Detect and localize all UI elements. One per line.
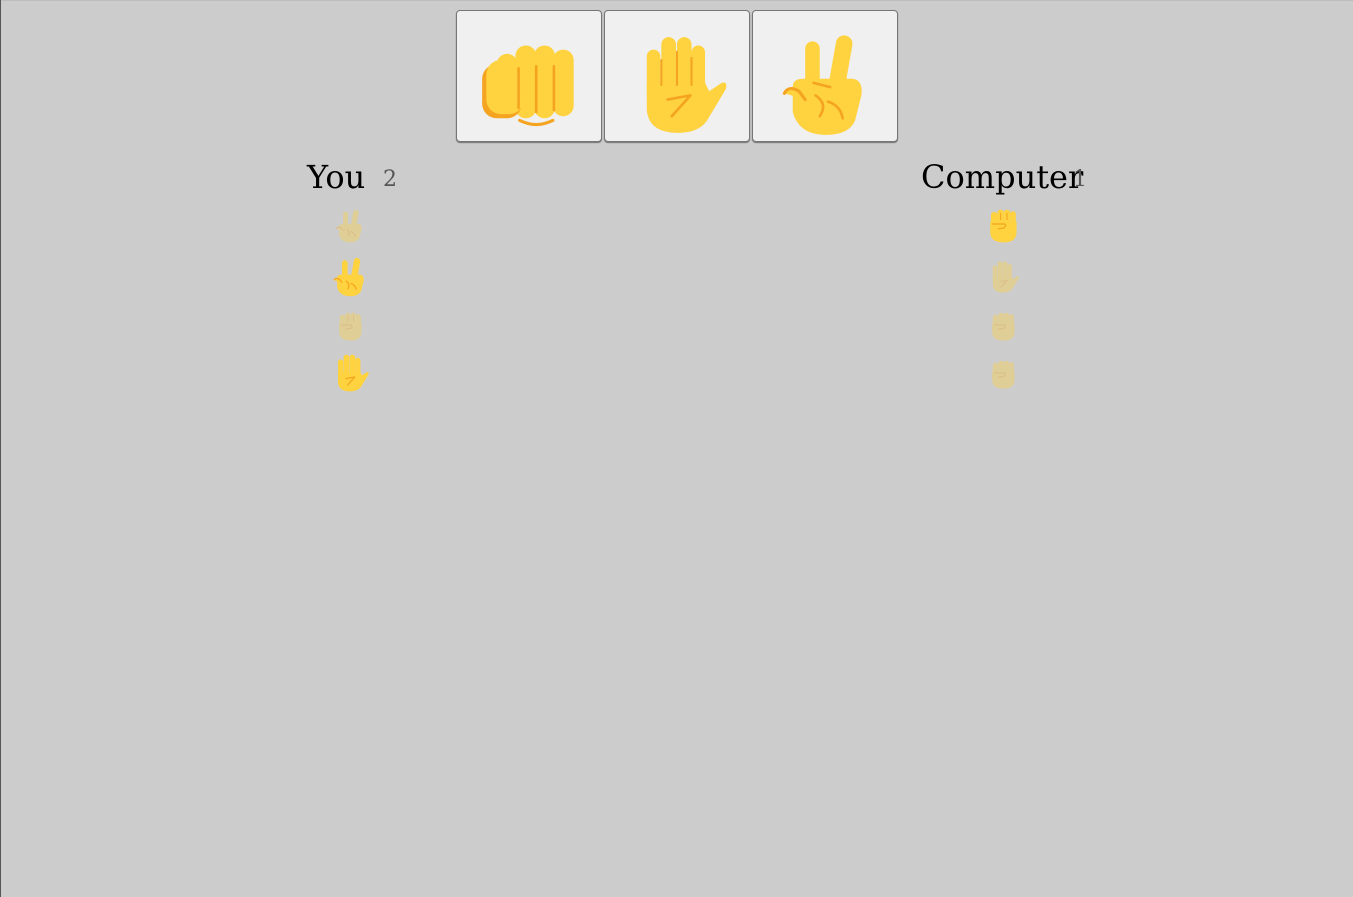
- rock-button[interactable]: [456, 10, 602, 142]
- raised-hand-icon: [992, 261, 1019, 293]
- computer-history-item: [983, 257, 1023, 297]
- player-history-item: [330, 206, 370, 246]
- computer-history-item: [983, 204, 1023, 244]
- raised-fist-icon: [339, 312, 362, 341]
- computer-history-item: [983, 353, 1023, 393]
- raised-fist-icon: [992, 312, 1015, 341]
- victory-hand-icon: [782, 35, 862, 135]
- victory-hand-icon: [333, 257, 364, 297]
- paper-button[interactable]: [604, 10, 750, 142]
- computer-history-item: [983, 305, 1023, 345]
- raised-hand-icon: [338, 354, 369, 392]
- window-top-border: [0, 0, 1353, 1]
- player-name: You: [307, 158, 366, 196]
- player-history-item: [330, 305, 370, 345]
- oncoming-fist-icon: [482, 45, 574, 127]
- player-score: 2: [383, 167, 397, 192]
- player-history-item: [330, 353, 370, 393]
- raised-hand-icon: [646, 37, 727, 133]
- window-left-border: [0, 0, 1, 897]
- computer-score: 1: [1073, 167, 1087, 192]
- computer-name: Computer: [921, 158, 1084, 196]
- raised-fist-icon: [992, 360, 1015, 389]
- scissors-button[interactable]: [752, 10, 898, 142]
- victory-hand-icon: [335, 209, 362, 243]
- player-history-item: [330, 257, 370, 297]
- raised-fist-icon: [990, 209, 1017, 243]
